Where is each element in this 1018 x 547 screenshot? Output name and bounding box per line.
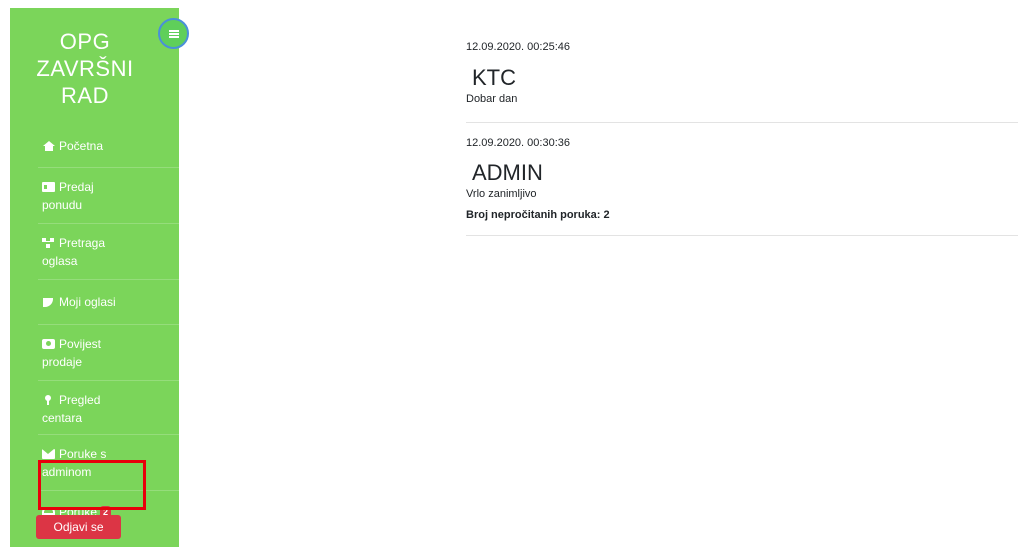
message-text: Vrlo zanimljivo: [466, 188, 537, 200]
sidebar-item-label: Pregled: [59, 393, 101, 407]
message-timestamp: 12.09.2020. 00:25:46: [466, 41, 570, 53]
sidebar-item-poruke-s-adminom[interactable]: Poruke s adminom: [38, 435, 179, 491]
sidebar-item-moji-oglasi[interactable]: Moji oglasi: [38, 280, 179, 325]
message-sender: KTC: [472, 65, 516, 90]
sitemap-icon: [42, 238, 55, 248]
sidebar-item-label: Povijest: [59, 337, 102, 351]
sidebar-item-label-line2: centara: [42, 411, 83, 425]
sidebar-item-label: Moji oglasi: [59, 295, 116, 309]
sidebar-item-pregled-centara[interactable]: Pregled centara: [38, 381, 179, 435]
id-card-icon: [42, 182, 55, 192]
sidebar-toggle-button[interactable]: [158, 18, 189, 49]
message-timestamp: 12.09.2020. 00:30:36: [466, 137, 570, 149]
brand-line-2: ZAVRŠNI: [36, 56, 134, 81]
sidebar-item-label-line2: oglasa: [42, 254, 78, 268]
envelope-icon: [42, 449, 55, 459]
sidebar-item-pretraga-oglasa[interactable]: Pretraga oglasa: [38, 224, 179, 280]
brand-line-3: RAD: [61, 83, 109, 108]
brand-title: OPG ZAVRŠNI RAD: [10, 28, 160, 109]
address-card-icon: [42, 339, 55, 349]
sidebar-item-label-line2: adminom: [42, 465, 92, 479]
message-sender: ADMIN: [472, 160, 543, 185]
hamburger-icon: [168, 29, 179, 38]
map-pin-icon: [42, 395, 55, 405]
message-text: Dobar dan: [466, 93, 518, 105]
sidebar-item-label-line2: prodaje: [42, 355, 83, 369]
unread-count: Broj nepročitanih poruka: 2: [466, 200, 1018, 236]
message-item: 12.09.2020. 00:30:36 ADMIN Vrlo zanimlji…: [466, 123, 1018, 200]
sidebar: OPG ZAVRŠNI RAD Početna Predaj ponudu Pr…: [10, 8, 189, 547]
brand-line-1: OPG: [59, 29, 111, 54]
sidebar-item-predaj-ponudu[interactable]: Predaj ponudu: [38, 168, 179, 224]
home-icon: [42, 141, 55, 151]
sidebar-nav: Početna Predaj ponudu Pretraga oglasa Mo…: [38, 123, 179, 533]
message-list: 12.09.2020. 00:25:46 KTC Dobar dan 12.09…: [466, 30, 1018, 236]
sidebar-item-label-line2: ponudu: [42, 198, 83, 212]
satellite-dish-icon: [42, 297, 55, 307]
sidebar-item-povijest-prodaje[interactable]: Povijest prodaje: [38, 325, 179, 381]
sidebar-item-label: Poruke s: [59, 447, 107, 461]
sidebar-item-label: Predaj: [59, 180, 94, 194]
logout-button[interactable]: Odjavi se: [36, 515, 121, 539]
app: OPG ZAVRŠNI RAD Početna Predaj ponudu Pr…: [0, 0, 1018, 547]
sidebar-item-pocetna[interactable]: Početna: [38, 123, 179, 168]
message-item: 12.09.2020. 00:25:46 KTC Dobar dan: [466, 30, 1018, 123]
sidebar-item-label: Početna: [59, 139, 104, 153]
sidebar-item-label: Pretraga: [59, 236, 106, 250]
